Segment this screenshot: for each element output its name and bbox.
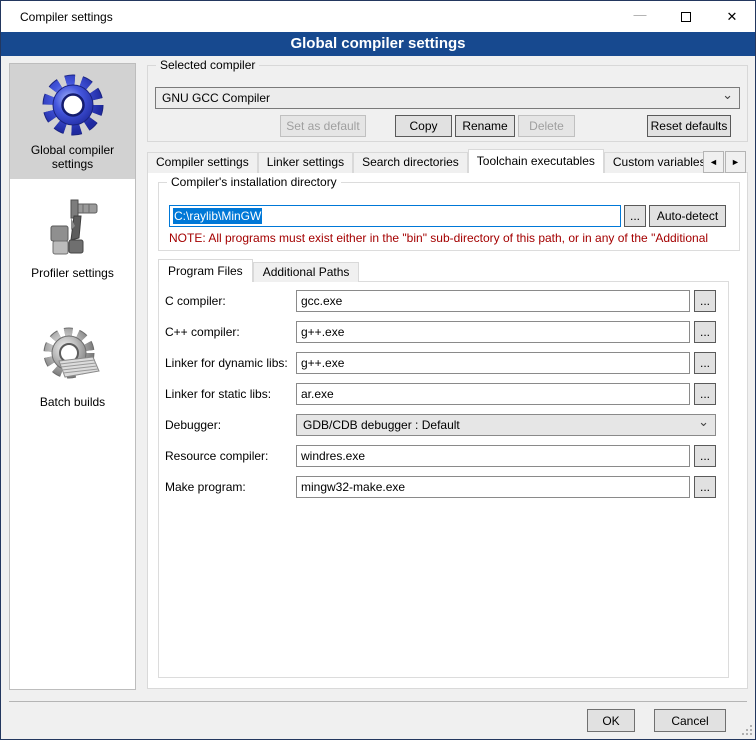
make-program-browse-button[interactable]: ... bbox=[694, 476, 716, 498]
group-label: Selected compiler bbox=[156, 58, 259, 72]
dynamic-linker-browse-button[interactable]: ... bbox=[694, 352, 716, 374]
compiler-select-value: GNU GCC Compiler bbox=[162, 91, 722, 105]
debugger-select[interactable]: GDB/CDB debugger : Default ⌄ bbox=[296, 414, 716, 436]
field-label: C compiler: bbox=[165, 294, 296, 308]
caliper-tool-icon bbox=[12, 192, 133, 266]
sidebar-item-label: Profiler settings bbox=[12, 266, 133, 280]
sidebar: Global compiler settings bbox=[9, 63, 136, 690]
delete-button[interactable]: Delete bbox=[518, 115, 575, 137]
arrow-left-icon: ◄ bbox=[709, 157, 718, 167]
field-row-static-linker: Linker for static libs: ... bbox=[165, 382, 716, 405]
copy-button[interactable]: Copy bbox=[395, 115, 452, 137]
tab-toolchain-executables[interactable]: Toolchain executables bbox=[468, 149, 604, 173]
tab-search-directories[interactable]: Search directories bbox=[353, 152, 468, 173]
sidebar-item-label: Global compiler settings bbox=[12, 143, 133, 171]
sidebar-item-profiler-settings[interactable]: Profiler settings bbox=[10, 187, 135, 288]
cpp-compiler-input[interactable] bbox=[296, 321, 690, 343]
rename-button[interactable]: Rename bbox=[455, 115, 515, 137]
titlebar: Compiler settings — ✕ bbox=[1, 1, 755, 32]
field-row-c-compiler: C compiler: ... bbox=[165, 289, 716, 312]
tab-scroll-right-button[interactable]: ► bbox=[725, 151, 746, 173]
install-dir-note: NOTE: All programs must exist either in … bbox=[169, 231, 756, 245]
compiler-settings-dialog: Compiler settings — ✕ Global compiler se… bbox=[0, 0, 756, 740]
minimize-button[interactable]: — bbox=[617, 1, 663, 32]
subtab-additional-paths[interactable]: Additional Paths bbox=[253, 262, 360, 282]
c-compiler-input[interactable] bbox=[296, 290, 690, 312]
debugger-select-value: GDB/CDB debugger : Default bbox=[303, 418, 698, 432]
field-row-debugger: Debugger: GDB/CDB debugger : Default ⌄ bbox=[165, 413, 716, 436]
install-dir-input[interactable]: C:\raylib\MinGW bbox=[169, 205, 621, 227]
c-compiler-browse-button[interactable]: ... bbox=[694, 290, 716, 312]
blue-gear-icon bbox=[12, 69, 133, 143]
auto-detect-button[interactable]: Auto-detect bbox=[649, 205, 726, 227]
install-dir-value: C:\raylib\MinGW bbox=[173, 208, 262, 224]
gray-gear-stack-icon bbox=[12, 321, 133, 395]
maximize-button[interactable] bbox=[663, 1, 709, 32]
sidebar-item-batch-builds[interactable]: Batch builds bbox=[10, 316, 135, 417]
resize-grip[interactable] bbox=[742, 725, 752, 735]
cpp-compiler-browse-button[interactable]: ... bbox=[694, 321, 716, 343]
resource-compiler-browse-button[interactable]: ... bbox=[694, 445, 716, 467]
ok-button[interactable]: OK bbox=[587, 709, 635, 732]
toolchain-executables-panel: Compiler's installation directory C:\ray… bbox=[147, 172, 748, 689]
sidebar-item-label: Batch builds bbox=[12, 395, 133, 409]
close-button[interactable]: ✕ bbox=[709, 1, 755, 32]
footer-divider bbox=[9, 701, 747, 702]
field-label: C++ compiler: bbox=[165, 325, 296, 339]
dialog-body: Global compiler settings bbox=[1, 56, 755, 740]
set-as-default-button[interactable]: Set as default bbox=[280, 115, 366, 137]
static-linker-browse-button[interactable]: ... bbox=[694, 383, 716, 405]
field-row-make-program: Make program: ... bbox=[165, 475, 716, 498]
cancel-button[interactable]: Cancel bbox=[654, 709, 726, 732]
tab-scroll-left-button[interactable]: ◄ bbox=[703, 151, 724, 173]
install-dir-browse-button[interactable]: ... bbox=[624, 205, 646, 227]
field-row-resource-compiler: Resource compiler: ... bbox=[165, 444, 716, 467]
close-icon: ✕ bbox=[727, 9, 738, 25]
page-title: Global compiler settings bbox=[1, 32, 755, 56]
compiler-select[interactable]: GNU GCC Compiler ⌄ bbox=[155, 87, 740, 109]
program-files-panel: C compiler: ... C++ compiler: ... Linker… bbox=[158, 281, 729, 678]
field-row-dynamic-linker: Linker for dynamic libs: ... bbox=[165, 351, 716, 374]
tab-compiler-settings[interactable]: Compiler settings bbox=[147, 152, 258, 173]
arrow-right-icon: ► bbox=[731, 157, 740, 167]
field-label: Make program: bbox=[165, 480, 296, 494]
field-label: Linker for static libs: bbox=[165, 387, 296, 401]
field-label: Resource compiler: bbox=[165, 449, 296, 463]
make-program-input[interactable] bbox=[296, 476, 690, 498]
dynamic-linker-input[interactable] bbox=[296, 352, 690, 374]
minimize-icon: — bbox=[634, 7, 647, 22]
installation-directory-group: Compiler's installation directory C:\ray… bbox=[158, 182, 740, 251]
selected-compiler-group: Selected compiler GNU GCC Compiler ⌄ Set… bbox=[147, 65, 748, 142]
subtab-program-files[interactable]: Program Files bbox=[158, 259, 253, 282]
program-files-tabstrip: Program Files Additional Paths bbox=[158, 259, 359, 282]
chevron-down-icon: ⌄ bbox=[698, 417, 709, 427]
chevron-down-icon: ⌄ bbox=[722, 90, 733, 100]
resource-compiler-input[interactable] bbox=[296, 445, 690, 467]
field-label: Debugger: bbox=[165, 418, 296, 432]
group-label: Compiler's installation directory bbox=[167, 175, 341, 189]
maximize-icon bbox=[681, 12, 691, 22]
field-row-cpp-compiler: C++ compiler: ... bbox=[165, 320, 716, 343]
window-controls: — ✕ bbox=[617, 1, 755, 32]
tab-linker-settings[interactable]: Linker settings bbox=[258, 152, 353, 173]
window-title: Compiler settings bbox=[20, 10, 113, 24]
sidebar-item-global-compiler-settings[interactable]: Global compiler settings bbox=[10, 64, 135, 179]
settings-tabstrip: Compiler settings Linker settings Search… bbox=[147, 149, 704, 173]
field-label: Linker for dynamic libs: bbox=[165, 356, 296, 370]
reset-defaults-button[interactable]: Reset defaults bbox=[647, 115, 731, 137]
tab-custom-variables[interactable]: Custom variables bbox=[604, 152, 704, 173]
static-linker-input[interactable] bbox=[296, 383, 690, 405]
